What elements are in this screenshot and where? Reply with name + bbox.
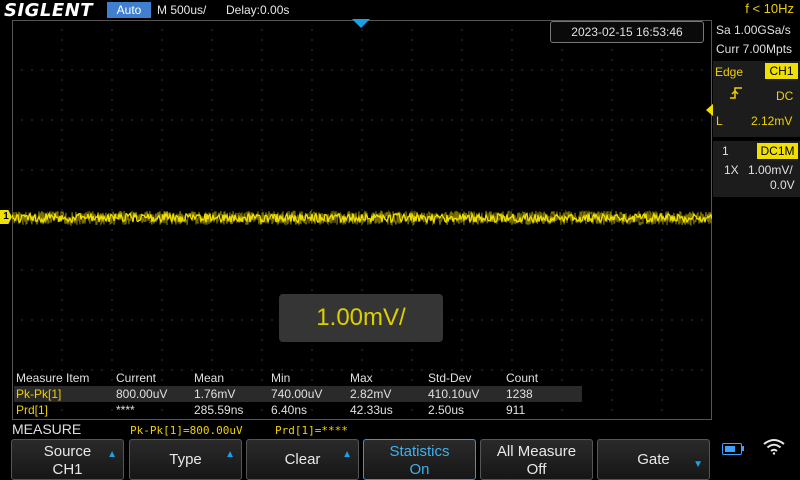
table-cell: 6.40ns (271, 403, 308, 417)
channel-probe-ratio: 1X (724, 163, 739, 177)
trigger-position-icon[interactable] (352, 19, 370, 28)
softkey-label: All Measure (496, 443, 577, 460)
column-header: Current (116, 371, 157, 385)
memory-depth-readout: Curr 7.00Mpts (716, 42, 793, 56)
delay-readout[interactable]: Delay:0.00s (226, 3, 289, 17)
brand-logo: SIGLENT (4, 0, 94, 21)
table-cell: 410.10uV (428, 387, 480, 401)
channel-offset: 0.0V (770, 178, 795, 192)
table-cell: 911 (506, 403, 526, 417)
table-cell: **** (116, 403, 135, 417)
trigger-coupling: DC (776, 89, 794, 103)
table-cell: 800.00uV (116, 387, 168, 401)
timebase-readout[interactable]: M 500us/ (157, 3, 206, 17)
wifi-icon (763, 439, 785, 455)
up-arrow-icon: ▲ (107, 449, 117, 460)
column-header: Min (271, 371, 291, 385)
table-cell: 1.76mV (194, 387, 236, 401)
all-measure-softkey[interactable]: All Measure Off (480, 439, 593, 480)
table-cell: 740.00uV (271, 387, 323, 401)
channel-vertical-scale: 1.00mV/ (748, 163, 793, 177)
waveform-grid[interactable] (12, 20, 712, 420)
frequency-counter: f < 10Hz (745, 1, 794, 16)
softkey-value: On (409, 461, 430, 478)
table-row[interactable]: Prd[1] **** 285.59ns 6.40ns 42.33us 2.50… (14, 402, 582, 418)
up-arrow-icon: ▲ (342, 449, 352, 460)
statistics-softkey[interactable]: Statistics On (363, 439, 476, 480)
column-header: Std-Dev (428, 371, 472, 385)
table-cell: 285.59ns (194, 403, 244, 417)
table-cell: 2.82mV (350, 387, 392, 401)
gate-softkey[interactable]: Gate ▼ (597, 439, 710, 480)
down-arrow-icon: ▼ (693, 459, 703, 470)
measure-readout-period: Prd[1]=**** (275, 424, 348, 437)
table-header-row: Measure Item Current Mean Min Max Std-De… (14, 370, 582, 386)
measure-readout-pkpk: Pk-Pk[1]=800.00uV (130, 424, 243, 437)
column-header: Mean (194, 371, 225, 385)
channel1-offset-marker[interactable]: 1 (0, 210, 12, 224)
acquisition-mode-badge[interactable]: Auto (107, 2, 151, 18)
trigger-level-label: L (716, 114, 723, 128)
menu-title: MEASURE (12, 421, 82, 437)
sample-rate-readout: Sa 1.00GSa/s (716, 23, 791, 37)
channel-number: 1 (722, 144, 729, 158)
clear-softkey[interactable]: Clear ▲ (246, 439, 359, 480)
column-header: Measure Item (16, 371, 90, 385)
channel-coupling-badge: DC1M (757, 143, 798, 159)
softkey-label: Statistics (389, 443, 450, 460)
softkey-value: Off (526, 461, 547, 478)
battery-tip (742, 446, 744, 451)
vertical-scale-popup: 1.00mV/ (279, 294, 443, 342)
table-cell: Pk-Pk[1] (16, 387, 62, 401)
table-row[interactable]: Pk-Pk[1] 800.00uV 1.76mV 740.00uV 2.82mV… (14, 386, 582, 402)
table-cell: Prd[1] (16, 403, 49, 417)
table-cell: 2.50us (428, 403, 465, 417)
menu-title-bar (0, 420, 800, 438)
trigger-type-label: Edge (715, 65, 744, 79)
rising-edge-icon (730, 87, 742, 99)
source-softkey[interactable]: Source CH1 ▲ (11, 439, 124, 480)
up-arrow-icon: ▲ (225, 449, 235, 460)
softkey-value: CH1 (52, 461, 83, 478)
column-header: Count (506, 371, 539, 385)
table-cell: 1238 (506, 387, 533, 401)
trigger-level-value: 2.12mV (751, 114, 793, 128)
type-softkey[interactable]: Type ▲ (129, 439, 242, 480)
table-cell: 42.33us (350, 403, 393, 417)
battery-fill (725, 446, 735, 452)
date-time-display: 2023-02-15 16:53:46 (550, 21, 704, 43)
column-header: Max (350, 371, 373, 385)
trigger-source-badge: CH1 (765, 63, 798, 79)
